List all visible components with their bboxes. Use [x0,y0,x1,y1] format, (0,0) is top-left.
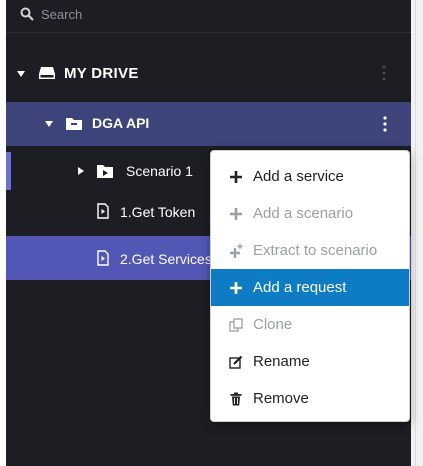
plus-icon [230,208,242,220]
menu-item-label: Rename [253,353,310,370]
tree-item-label: DGA API [92,115,150,131]
search-icon [20,7,34,21]
clone-icon [229,318,243,332]
edit-icon [229,355,243,369]
menu-item-label: Add a scenario [253,205,354,222]
caret-down-icon[interactable] [16,69,26,79]
tree-item-my-drive[interactable]: MY DRIVE [6,52,411,96]
tree-item-label: MY DRIVE [64,65,139,82]
request-icon [97,203,109,219]
more-options-icon[interactable] [382,64,386,82]
menu-item-label: Remove [253,390,309,407]
context-menu: Add a service Add a scenario Extract to … [210,150,410,422]
menu-item-label: Clone [253,316,293,333]
tree-item-label: Scenario 1 [126,163,193,179]
menu-item-add-service[interactable]: Add a service [211,158,409,195]
tree-item-label: 2.Get Services [120,251,212,267]
extract-plus-icon [230,244,243,258]
menu-item-extract-to-scenario[interactable]: Extract to scenario [211,232,409,269]
search-bar[interactable]: Search [6,0,411,33]
more-options-icon[interactable] [383,115,387,133]
caret-right-icon[interactable] [76,166,86,176]
menu-item-add-request[interactable]: Add a request [211,269,409,306]
menu-item-add-scenario[interactable]: Add a scenario [211,195,409,232]
plus-icon [230,171,242,183]
search-input[interactable]: Search [41,7,82,22]
scrollbar[interactable] [411,0,423,466]
menu-item-label: Add a service [253,168,344,185]
tree-item-project[interactable]: DGA API [6,102,411,146]
scenario-folder-icon [97,165,113,178]
caret-down-icon[interactable] [44,119,54,129]
menu-item-label: Add a request [253,279,347,296]
menu-item-label: Extract to scenario [253,242,378,259]
menu-item-remove[interactable]: Remove [211,380,409,417]
folder-icon [66,118,82,130]
plus-icon [230,282,242,294]
request-icon [97,250,109,266]
trash-icon [230,392,242,406]
scrollbar-divider [415,0,416,466]
menu-item-clone[interactable]: Clone [211,306,409,343]
drive-icon [39,67,55,79]
menu-item-rename[interactable]: Rename [211,343,409,380]
tree-item-label: 1.Get Token [120,204,196,220]
